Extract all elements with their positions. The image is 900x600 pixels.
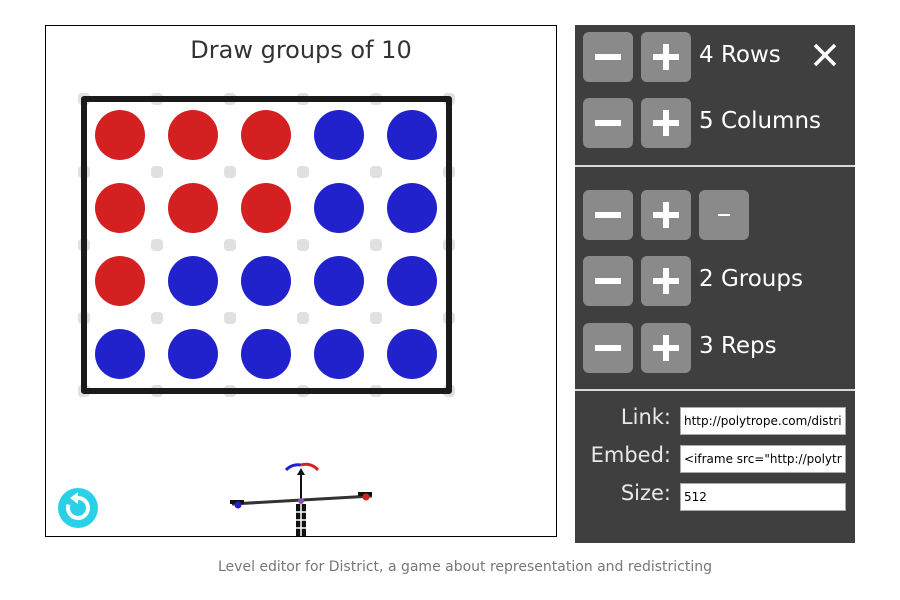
- grid-size-section: 4 Rows 5 Columns: [575, 25, 855, 165]
- embed-label: Embed:: [590, 443, 671, 467]
- plus-icon-vertical: [663, 202, 669, 228]
- grid-corner-dot: [224, 166, 236, 178]
- red-voter-circle[interactable]: [95, 183, 145, 233]
- reps-label: 3 Reps: [699, 333, 777, 359]
- minus-icon: [595, 120, 621, 126]
- blue-voter-circle[interactable]: [168, 256, 218, 306]
- extra-increase-button[interactable]: [641, 190, 691, 240]
- blue-voter-circle[interactable]: [168, 329, 218, 379]
- red-voter-circle[interactable]: [168, 110, 218, 160]
- link-field[interactable]: [680, 407, 846, 435]
- blue-voter-circle[interactable]: [314, 183, 364, 233]
- grid-corner-dot: [151, 166, 163, 178]
- size-field[interactable]: [680, 483, 846, 511]
- reps-increase-button[interactable]: [641, 323, 691, 373]
- reset-button[interactable]: [58, 488, 98, 528]
- reset-icon: [66, 492, 90, 520]
- link-label: Link:: [620, 405, 671, 429]
- extra-decrease-button[interactable]: [583, 190, 633, 240]
- groups-increase-button[interactable]: [641, 256, 691, 306]
- blue-voter-circle[interactable]: [314, 256, 364, 306]
- district-board[interactable]: [46, 26, 556, 536]
- grid-corner-dot: [224, 312, 236, 324]
- rows-increase-button[interactable]: [641, 32, 691, 82]
- groups-label: 2 Groups: [699, 266, 803, 292]
- grid-corner-dot: [297, 166, 309, 178]
- plus-icon-vertical: [663, 268, 669, 294]
- size-label: Size:: [620, 481, 671, 505]
- close-icon[interactable]: [809, 39, 841, 71]
- grid-corner-dot: [151, 312, 163, 324]
- blue-voter-circle[interactable]: [241, 329, 291, 379]
- plus-icon-vertical: [663, 110, 669, 136]
- embed-field[interactable]: [680, 445, 846, 473]
- columns-label: 5 Columns: [699, 108, 822, 134]
- share-section: Link: Embed: Size:: [575, 389, 855, 545]
- minus-icon: [595, 212, 621, 218]
- grid-corner-dot: [297, 239, 309, 251]
- grid-corner-dot: [370, 312, 382, 324]
- columns-decrease-button[interactable]: [583, 98, 633, 148]
- blue-voter-circle[interactable]: [241, 256, 291, 306]
- grid-corner-dot: [297, 312, 309, 324]
- minus-icon: [595, 54, 621, 60]
- blue-voter-circle[interactable]: [387, 183, 437, 233]
- blue-voter-circle[interactable]: [314, 329, 364, 379]
- minus-icon: [595, 345, 621, 351]
- blue-voter-circle[interactable]: [314, 110, 364, 160]
- grid-corner-dot: [370, 239, 382, 251]
- blue-voter-circle[interactable]: [387, 110, 437, 160]
- plus-icon-vertical: [663, 335, 669, 361]
- groups-decrease-button[interactable]: [583, 256, 633, 306]
- groups-section: 2 Groups 3 Reps: [575, 165, 855, 389]
- rows-decrease-button[interactable]: [583, 32, 633, 82]
- game-canvas[interactable]: Draw groups of 10: [45, 25, 557, 537]
- blue-voter-circle[interactable]: [387, 256, 437, 306]
- dash-icon: [718, 214, 730, 216]
- grid-corner-dot: [370, 166, 382, 178]
- grid-corner-dot: [224, 239, 236, 251]
- red-voter-circle[interactable]: [241, 110, 291, 160]
- plus-icon-vertical: [663, 44, 669, 70]
- red-voter-circle[interactable]: [95, 256, 145, 306]
- level-editor-panel: 4 Rows 5 Columns 2 Groups 3 Reps Link: h…: [575, 25, 855, 543]
- rows-label: 4 Rows: [699, 42, 781, 68]
- blue-voter-circle[interactable]: [387, 329, 437, 379]
- page-caption: Level editor for District, a game about …: [218, 559, 712, 575]
- red-voter-circle[interactable]: [241, 183, 291, 233]
- scale-icon: [230, 462, 373, 536]
- grid-corner-dot: [151, 239, 163, 251]
- reps-decrease-button[interactable]: [583, 323, 633, 373]
- blue-voter-circle[interactable]: [95, 329, 145, 379]
- columns-increase-button[interactable]: [641, 98, 691, 148]
- red-voter-circle[interactable]: [168, 183, 218, 233]
- red-voter-circle[interactable]: [95, 110, 145, 160]
- dash-button[interactable]: [699, 190, 749, 240]
- minus-icon: [595, 278, 621, 284]
